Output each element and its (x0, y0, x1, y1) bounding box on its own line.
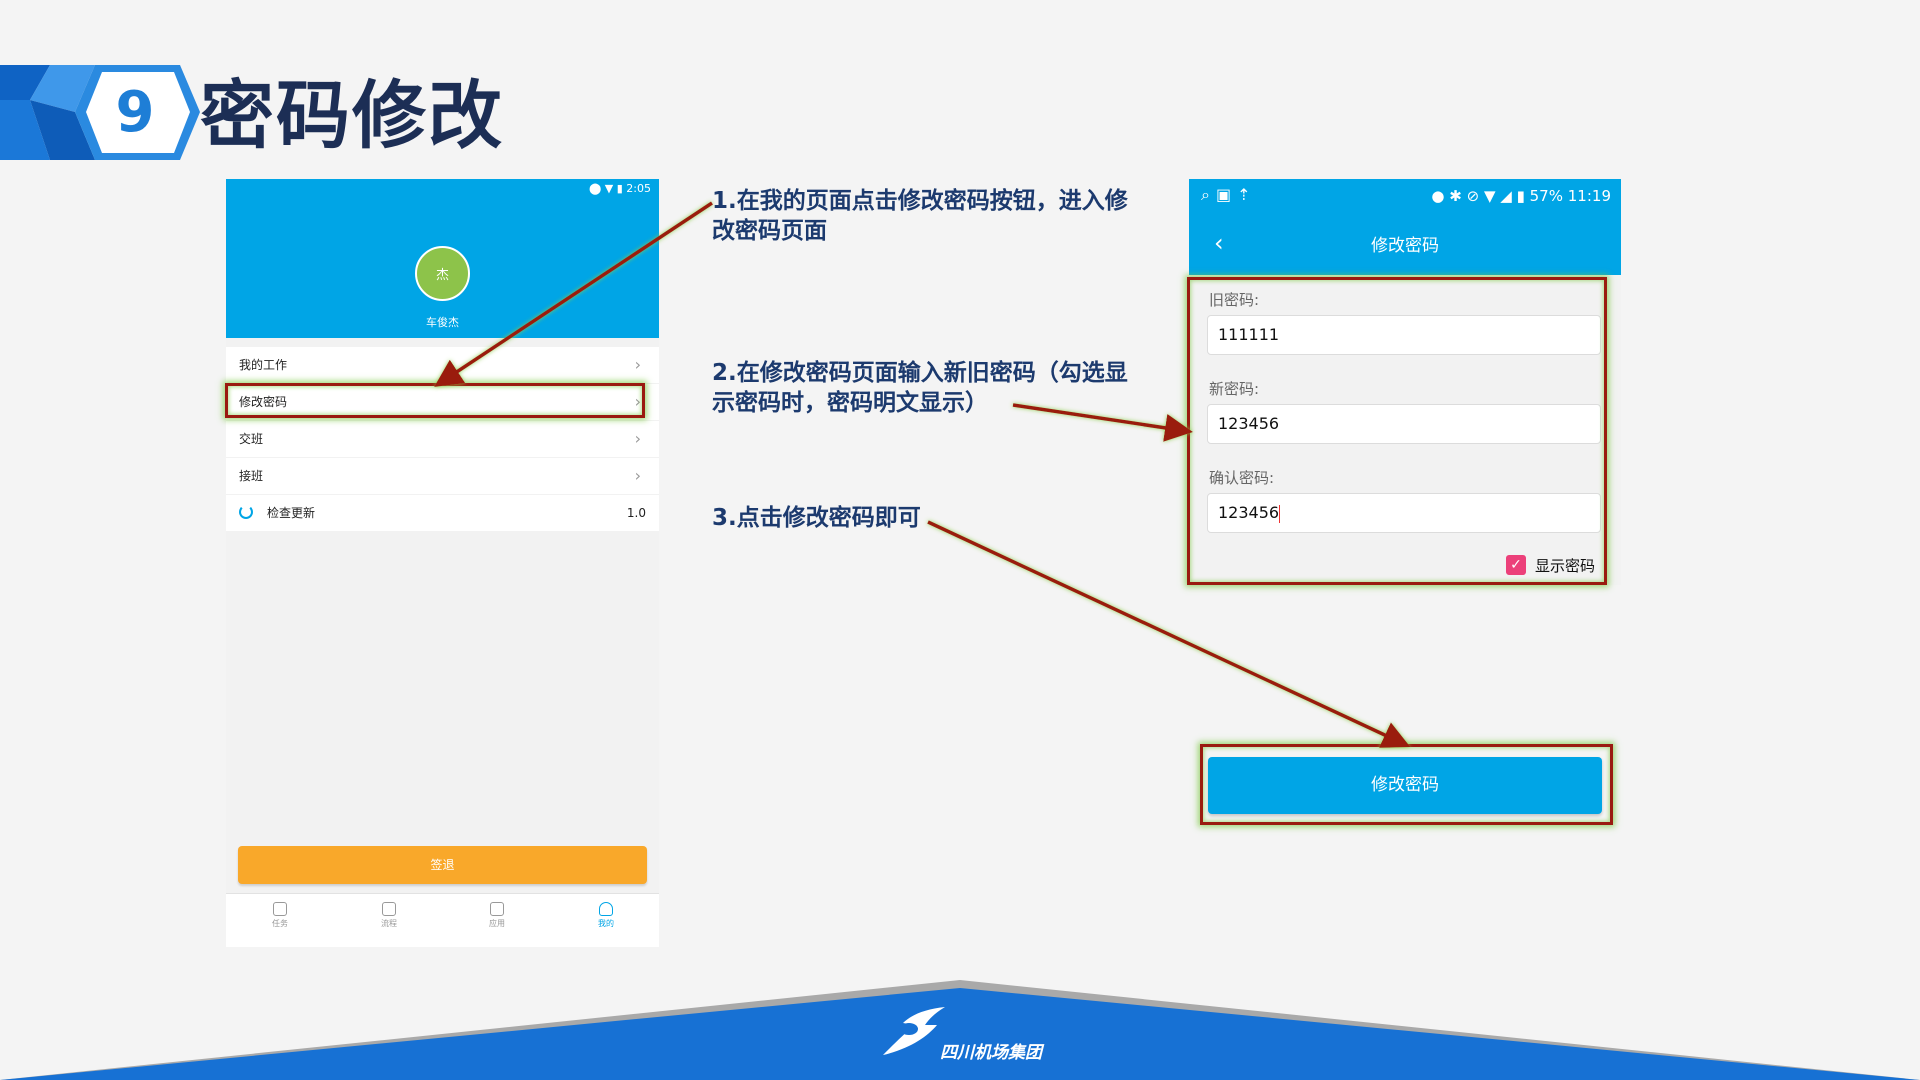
signal-icon: ◢ (1500, 187, 1512, 205)
tab-label: 应用 (489, 919, 505, 928)
step-1-text: 1.在我的页面点击修改密码按钮，进入修改密码页面 (712, 188, 1128, 244)
highlight-change-password-item (225, 383, 645, 418)
phone-my-page-screenshot: ⬤ ▼ ▮ 2:05 杰 车俊杰 我的工作 › 修改密码 › 交班 › 接班 ›… (226, 179, 659, 947)
step-3-text: 3.点击修改密码即可 (712, 505, 921, 531)
upload-icon: ⇡ (1237, 185, 1257, 204)
status-time: 11:19 (1567, 187, 1611, 205)
bluetooth-icon: ✱ (1449, 187, 1462, 205)
status-bar: ⬤ ▼ ▮ 2:05 (589, 182, 651, 195)
person-icon (599, 902, 613, 916)
menu-item-label: 交班 (239, 432, 264, 446)
change-password-header: ⌕▣⇡ ● ✱ ⊘ ▼ ◢ ▮ 57% 11:19 ‹ 修改密码 (1189, 179, 1621, 275)
location-icon: ⬤ (588, 182, 602, 195)
footer-band (0, 980, 1920, 1080)
profile-header: ⬤ ▼ ▮ 2:05 杰 车俊杰 (226, 179, 659, 338)
menu-item-take-over[interactable]: 接班 › (226, 458, 659, 494)
avatar[interactable]: 杰 (415, 246, 470, 301)
wifi-icon: ▼ (1483, 187, 1496, 205)
menu-item-hand-over[interactable]: 交班 › (226, 421, 659, 457)
search-icon: ⌕ (1201, 185, 1216, 204)
menu-item-my-work[interactable]: 我的工作 › (226, 347, 659, 383)
status-bar-left: ⌕▣⇡ (1201, 185, 1257, 205)
tab-label: 我的 (598, 919, 614, 928)
refresh-icon (239, 505, 253, 519)
user-name: 车俊杰 (426, 316, 459, 329)
tab-apps[interactable]: 应用 (467, 902, 527, 929)
highlight-submit-button (1200, 744, 1613, 825)
battery-percent: 57% (1529, 187, 1563, 205)
page-title: 修改密码 (1371, 236, 1439, 256)
chevron-right-icon: › (634, 466, 641, 485)
highlight-password-form (1187, 277, 1607, 585)
version-number: 1.0 (626, 506, 646, 520)
signout-button[interactable]: 签退 (238, 846, 647, 884)
document-icon (382, 902, 396, 916)
status-time: 2:05 (626, 182, 651, 195)
step-2-text: 2.在修改密码页面输入新旧密码（勾选显示密码时，密码明文显示） (712, 360, 1128, 416)
wifi-icon: ▼ (604, 182, 614, 195)
battery-icon: ▮ (1516, 187, 1525, 205)
tab-label: 任务 (272, 919, 288, 928)
check-update-label: 检查更新 (267, 506, 316, 520)
tab-label: 流程 (381, 919, 397, 928)
check-update-row[interactable]: 检查更新 1.0 (226, 495, 659, 531)
tab-process[interactable]: 流程 (359, 902, 419, 929)
status-bar-right: ● ✱ ⊘ ▼ ◢ ▮ 57% 11:19 (1431, 187, 1611, 205)
slide-number: 9 (115, 80, 155, 145)
do-not-disturb-icon: ⊘ (1466, 187, 1480, 205)
menu-item-label: 接班 (239, 469, 264, 483)
chevron-right-icon: › (634, 429, 641, 448)
slide-title: 密码修改 (200, 73, 504, 159)
battery-icon: ▮ (616, 182, 623, 195)
menu-item-label: 我的工作 (239, 358, 288, 372)
chevron-right-icon: › (634, 355, 641, 374)
tab-tasks[interactable]: 任务 (250, 902, 310, 929)
apps-grid-icon (490, 902, 504, 916)
image-icon: ▣ (1215, 185, 1238, 204)
footer-brand-text: 四川机场集团 (940, 1043, 1042, 1063)
clipboard-icon (273, 902, 287, 916)
tab-mine[interactable]: 我的 (576, 902, 636, 929)
location-icon: ● (1431, 187, 1445, 205)
bottom-tab-bar: 任务 流程 应用 我的 (226, 893, 659, 947)
